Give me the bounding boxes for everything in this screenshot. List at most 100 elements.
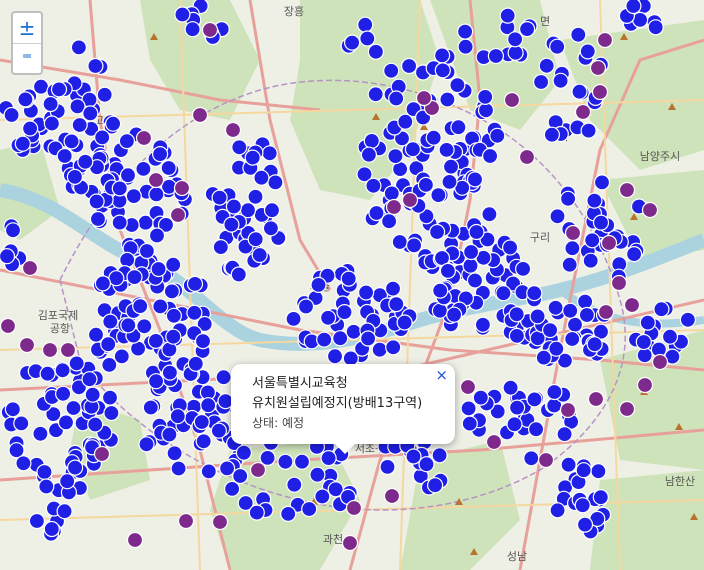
facility-marker-blue[interactable] bbox=[639, 314, 656, 331]
facility-marker-blue[interactable] bbox=[532, 73, 550, 91]
facility-marker-blue[interactable] bbox=[582, 252, 599, 269]
facility-marker-blue[interactable] bbox=[200, 463, 217, 480]
facility-marker-blue[interactable] bbox=[111, 214, 128, 231]
facility-marker-blue[interactable] bbox=[17, 91, 34, 108]
facility-marker-blue[interactable] bbox=[461, 415, 478, 432]
facility-marker-blue[interactable] bbox=[449, 76, 466, 94]
facility-marker-purple[interactable] bbox=[385, 198, 403, 216]
popup-close-button[interactable]: × bbox=[435, 366, 448, 384]
facility-marker-blue[interactable] bbox=[477, 102, 495, 119]
facility-marker-blue[interactable] bbox=[495, 285, 512, 302]
facility-marker-blue[interactable] bbox=[147, 332, 164, 349]
facility-marker-blue[interactable] bbox=[580, 122, 597, 139]
facility-marker-purple[interactable] bbox=[564, 224, 582, 242]
facility-marker-blue[interactable] bbox=[195, 433, 212, 450]
facility-marker-blue[interactable] bbox=[54, 362, 71, 379]
facility-marker-purple[interactable] bbox=[0, 317, 17, 335]
facility-marker-blue[interactable] bbox=[262, 220, 279, 237]
facility-marker-blue[interactable] bbox=[425, 129, 442, 146]
facility-marker-blue[interactable] bbox=[592, 489, 609, 506]
facility-marker-blue[interactable] bbox=[429, 223, 446, 241]
facility-marker-purple[interactable] bbox=[249, 461, 267, 479]
facility-marker-blue[interactable] bbox=[119, 167, 137, 184]
facility-marker-blue[interactable] bbox=[438, 141, 455, 158]
facility-marker-blue[interactable] bbox=[592, 214, 610, 231]
facility-marker-blue[interactable] bbox=[215, 369, 232, 386]
facility-marker-blue[interactable] bbox=[477, 88, 494, 106]
facility-marker-purple[interactable] bbox=[537, 451, 555, 469]
facility-marker-blue[interactable] bbox=[89, 210, 107, 228]
zoom-out-button[interactable]: ⁼ bbox=[13, 43, 41, 74]
facility-marker-blue[interactable] bbox=[77, 153, 94, 170]
facility-marker-blue[interactable] bbox=[326, 348, 344, 365]
facility-marker-blue[interactable] bbox=[360, 330, 377, 347]
facility-marker-blue[interactable] bbox=[574, 497, 591, 514]
facility-marker-blue[interactable] bbox=[460, 400, 477, 417]
facility-marker-blue[interactable] bbox=[508, 306, 525, 323]
facility-marker-blue[interactable] bbox=[261, 145, 278, 162]
facility-marker-blue[interactable] bbox=[636, 347, 653, 364]
facility-marker-blue[interactable] bbox=[529, 308, 546, 325]
facility-marker-blue[interactable] bbox=[57, 414, 75, 431]
facility-marker-blue[interactable] bbox=[160, 159, 177, 177]
facility-marker-blue[interactable] bbox=[466, 272, 484, 289]
facility-marker-blue[interactable] bbox=[161, 364, 178, 381]
facility-marker-blue[interactable] bbox=[148, 186, 165, 203]
facility-marker-blue[interactable] bbox=[359, 30, 376, 47]
facility-marker-purple[interactable] bbox=[596, 31, 614, 49]
facility-marker-blue[interactable] bbox=[527, 421, 545, 438]
facility-marker-blue[interactable] bbox=[549, 502, 566, 519]
facility-marker-blue[interactable] bbox=[379, 458, 396, 475]
facility-marker-blue[interactable] bbox=[431, 447, 448, 464]
facility-marker-blue[interactable] bbox=[14, 135, 31, 152]
facility-marker-purple[interactable] bbox=[18, 336, 36, 354]
facility-marker-blue[interactable] bbox=[566, 316, 584, 333]
facility-marker-blue[interactable] bbox=[82, 105, 99, 122]
facility-marker-purple[interactable] bbox=[169, 206, 187, 224]
facility-marker-blue[interactable] bbox=[576, 293, 594, 310]
facility-marker-purple[interactable] bbox=[21, 259, 39, 277]
facility-marker-blue[interactable] bbox=[163, 283, 180, 300]
facility-marker-blue[interactable] bbox=[371, 341, 388, 358]
facility-marker-blue[interactable] bbox=[541, 322, 559, 339]
facility-marker-blue[interactable] bbox=[230, 266, 247, 283]
facility-marker-blue[interactable] bbox=[552, 72, 569, 89]
facility-marker-blue[interactable] bbox=[135, 160, 152, 177]
facility-marker-blue[interactable] bbox=[244, 149, 261, 166]
facility-marker-blue[interactable] bbox=[39, 365, 56, 382]
facility-marker-purple[interactable] bbox=[401, 191, 419, 209]
facility-marker-blue[interactable] bbox=[556, 426, 573, 443]
facility-marker-blue[interactable] bbox=[310, 276, 327, 293]
facility-marker-purple[interactable] bbox=[135, 129, 153, 147]
facility-marker-blue[interactable] bbox=[70, 39, 88, 56]
facility-marker-blue[interactable] bbox=[388, 90, 405, 107]
facility-marker-blue[interactable] bbox=[441, 173, 458, 190]
facility-marker-blue[interactable] bbox=[165, 328, 182, 345]
facility-marker-blue[interactable] bbox=[22, 120, 39, 137]
facility-marker-blue[interactable] bbox=[439, 91, 456, 108]
zoom-in-button[interactable]: ± bbox=[13, 13, 41, 43]
facility-marker-purple[interactable] bbox=[191, 106, 209, 124]
facility-marker-blue[interactable] bbox=[487, 47, 504, 65]
facility-marker-blue[interactable] bbox=[439, 262, 456, 279]
facility-marker-blue[interactable] bbox=[267, 174, 284, 191]
facility-marker-blue[interactable] bbox=[543, 126, 561, 143]
facility-marker-blue[interactable] bbox=[186, 304, 203, 321]
facility-marker-blue[interactable] bbox=[223, 216, 240, 233]
facility-marker-purple[interactable] bbox=[383, 487, 401, 505]
facility-marker-blue[interactable] bbox=[406, 237, 423, 254]
facility-marker-blue[interactable] bbox=[15, 455, 32, 472]
facility-marker-blue[interactable] bbox=[152, 146, 169, 163]
facility-marker-blue[interactable] bbox=[148, 227, 166, 244]
facility-marker-blue[interactable] bbox=[174, 6, 191, 23]
facility-marker-blue[interactable] bbox=[96, 86, 113, 103]
facility-marker-blue[interactable] bbox=[468, 223, 485, 241]
facility-marker-blue[interactable] bbox=[170, 460, 187, 477]
facility-marker-blue[interactable] bbox=[211, 189, 228, 206]
facility-marker-purple[interactable] bbox=[589, 59, 607, 77]
facility-marker-blue[interactable] bbox=[357, 16, 374, 33]
facility-marker-blue[interactable] bbox=[103, 404, 120, 422]
facility-marker-blue[interactable] bbox=[562, 302, 579, 319]
facility-marker-blue[interactable] bbox=[564, 240, 581, 257]
facility-marker-blue[interactable] bbox=[385, 339, 402, 356]
